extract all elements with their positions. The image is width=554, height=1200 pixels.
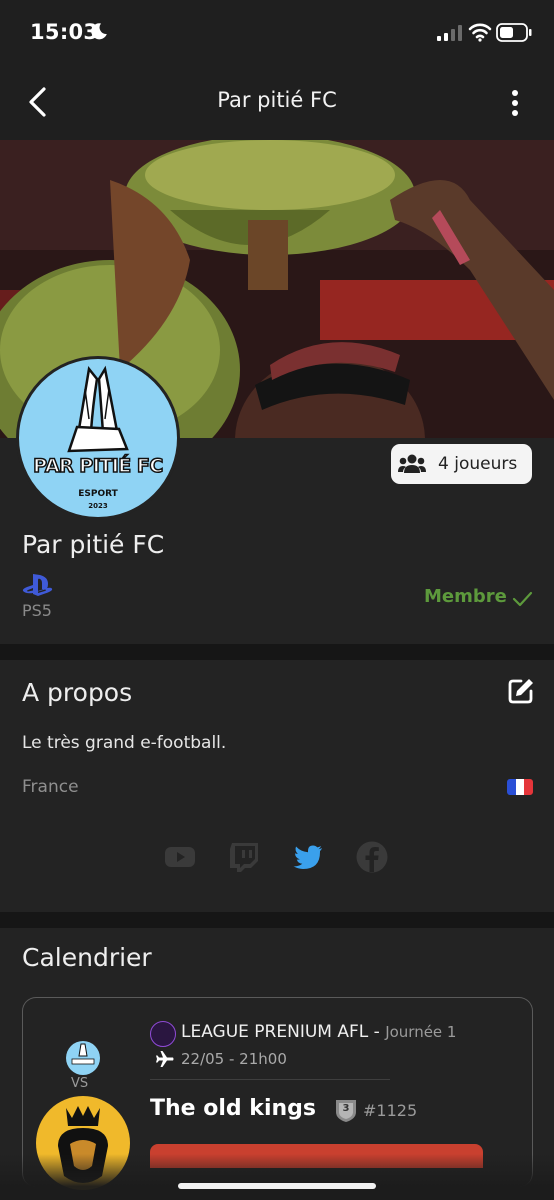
country-label: France <box>22 777 79 797</box>
section-divider <box>0 912 554 928</box>
page-title: Par pitié FC <box>217 88 337 112</box>
about-description: Le très grand e-football. <box>22 733 227 753</box>
league-name: LEAGUE PRENIUM AFL <box>181 1022 369 1042</box>
calendar-title: Calendrier <box>22 943 152 972</box>
moon-icon <box>91 23 107 40</box>
home-indicator[interactable] <box>178 1183 376 1189</box>
about-title: A propos <box>22 678 133 707</box>
status-bar: 15:03 <box>0 0 554 64</box>
platform-label: PS5 <box>22 601 52 620</box>
more-options-icon[interactable] <box>503 86 527 120</box>
twitch-icon[interactable] <box>227 840 261 874</box>
status-time: 15:03 <box>30 20 99 44</box>
players-count-label: 4 joueurs <box>438 454 518 474</box>
nav-bar: Par pitié FC <box>0 64 554 140</box>
rank-badge-icon: 3 <box>333 1097 359 1123</box>
twitter-icon[interactable] <box>291 840 325 874</box>
france-flag-icon <box>507 779 533 795</box>
team-avatar: PAR PITIÉ FC ESPORT 2023 <box>16 356 180 520</box>
signal-icon <box>437 25 462 41</box>
plane-icon <box>156 1051 174 1067</box>
league-title: LEAGUE PRENIUM AFL - Journée 1 <box>181 1022 456 1042</box>
battery-icon <box>496 23 532 42</box>
players-count-button[interactable]: 4 joueurs <box>391 444 532 484</box>
section-divider <box>0 644 554 660</box>
league-separator: - <box>368 1022 386 1042</box>
wifi-icon <box>468 23 492 42</box>
match-date: 22/05 - 21h00 <box>181 1050 287 1068</box>
edit-icon[interactable] <box>506 676 536 706</box>
league-logo <box>150 1021 176 1047</box>
membership-status[interactable]: Membre <box>424 586 507 607</box>
team-logo-year: 2023 <box>88 502 108 510</box>
users-icon <box>398 454 426 473</box>
team-name: Par pitié FC <box>22 530 165 559</box>
match-divider <box>150 1079 390 1080</box>
rank-level: 3 <box>342 1103 350 1114</box>
opponent-name[interactable]: The old kings <box>150 1096 316 1121</box>
versus-label: VS <box>71 1076 89 1091</box>
home-team-logo <box>66 1041 100 1075</box>
league-round: Journée 1 <box>385 1023 457 1041</box>
youtube-icon[interactable] <box>163 840 197 874</box>
team-logo-text: PAR PITIÉ FC <box>32 454 164 478</box>
team-logo-subtext: ESPORT <box>78 489 118 499</box>
rank-number: #1125 <box>363 1101 418 1120</box>
bottom-fade <box>0 1154 554 1200</box>
check-icon <box>512 591 533 607</box>
facebook-icon[interactable] <box>355 840 389 874</box>
playstation-icon <box>22 574 53 596</box>
